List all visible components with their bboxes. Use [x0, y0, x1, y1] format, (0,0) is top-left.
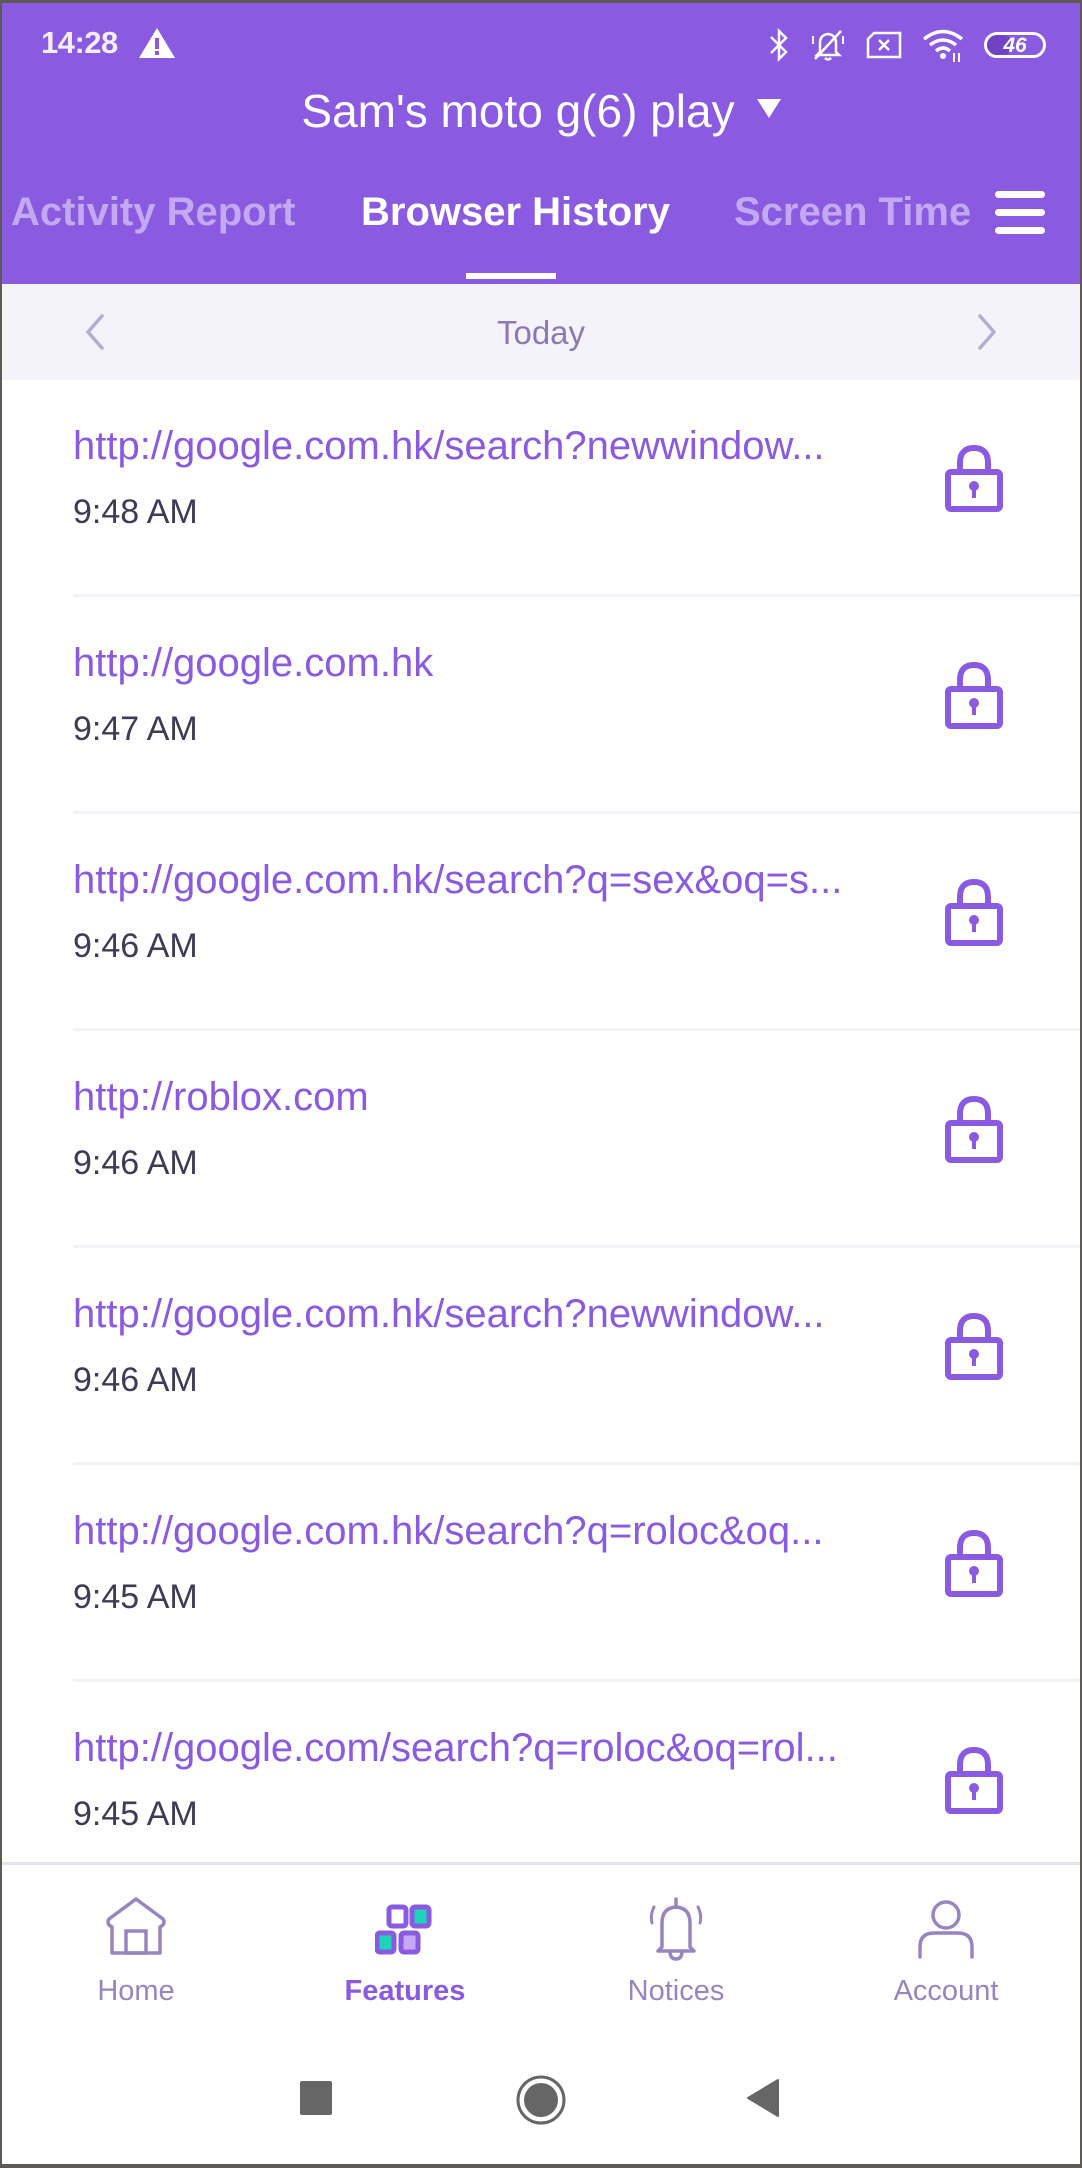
- chevron-right-icon[interactable]: [970, 310, 1006, 354]
- recents-square-icon[interactable]: [299, 2080, 333, 2116]
- history-time: 9:47 AM: [73, 710, 198, 748]
- nav-home[interactable]: Home: [36, 1865, 236, 2015]
- nav-account[interactable]: Account: [846, 1865, 1046, 2015]
- warning-triangle-icon: [139, 28, 175, 58]
- battery-level: 46: [1003, 34, 1027, 57]
- history-row[interactable]: http://roblox.com 9:46 AM: [0, 1031, 1082, 1248]
- history-time: 9:48 AM: [73, 493, 198, 531]
- home-circle-icon[interactable]: [515, 2074, 567, 2126]
- browser-history-list: http://google.com.hk/search?newwindow...…: [0, 380, 1082, 1899]
- nav-home-label: Home: [97, 1975, 175, 2007]
- date-navigator: Today: [0, 284, 1082, 380]
- caret-down-icon: [756, 98, 781, 118]
- history-time: 9:46 AM: [73, 927, 198, 965]
- history-url[interactable]: http://roblox.com: [73, 1075, 883, 1120]
- tab-screen-time[interactable]: Screen Time: [734, 190, 971, 235]
- history-row[interactable]: http://google.com.hk/search?q=roloc&oq..…: [0, 1465, 1082, 1682]
- lock-icon[interactable]: [943, 660, 1005, 730]
- nav-features[interactable]: Features: [305, 1865, 505, 2015]
- history-url[interactable]: http://google.com.hk/search?newwindow...: [73, 424, 883, 469]
- tab-browser-history[interactable]: Browser History: [361, 190, 670, 235]
- bluetooth-icon: [770, 28, 788, 62]
- history-row[interactable]: http://google.com.hk 9:47 AM: [0, 597, 1082, 814]
- history-row[interactable]: http://google.com.hk/search?newwindow...…: [0, 380, 1082, 597]
- system-navigation-bar: [0, 2042, 1082, 2164]
- history-url[interactable]: http://google.com/search?q=roloc&oq=rol.…: [73, 1726, 883, 1771]
- tab-bar: Activity Report Browser History Screen T…: [0, 180, 1082, 284]
- history-time: 9:45 AM: [73, 1795, 198, 1833]
- history-time: 9:46 AM: [73, 1144, 198, 1182]
- bottom-navigation: Home Features Notices Account: [0, 1862, 1082, 2045]
- lock-icon[interactable]: [943, 1311, 1005, 1381]
- status-icons: 46: [768, 25, 1046, 65]
- device-selector[interactable]: Sam's moto g(6) play: [0, 78, 1082, 144]
- nav-notices[interactable]: Notices: [576, 1865, 776, 2015]
- history-url[interactable]: http://google.com.hk/search?q=roloc&oq..…: [73, 1509, 883, 1554]
- active-tab-indicator: [466, 273, 556, 279]
- history-row[interactable]: http://google.com.hk/search?q=sex&oq=s..…: [0, 814, 1082, 1031]
- screen-frame-bottom: [0, 2164, 1082, 2168]
- no-sim-icon: [866, 31, 902, 59]
- screen-frame-top: [0, 0, 1082, 3]
- history-time: 9:46 AM: [73, 1361, 198, 1399]
- app-header: 14:28 46 Sam's moto g(6) play Activity R…: [0, 0, 1082, 284]
- date-label: Today: [496, 314, 586, 351]
- home-icon: [106, 1897, 166, 1955]
- history-url[interactable]: http://google.com.hk: [73, 641, 883, 686]
- tab-activity-report[interactable]: Activity Report: [11, 190, 296, 235]
- battery-indicator: 46: [984, 32, 1046, 58]
- lock-icon[interactable]: [943, 1745, 1005, 1815]
- history-row[interactable]: http://google.com.hk/search?newwindow...…: [0, 1248, 1082, 1465]
- lock-icon[interactable]: [943, 877, 1005, 947]
- features-grid-icon: [375, 1904, 432, 1955]
- lock-icon[interactable]: [943, 443, 1005, 513]
- screen-frame-left: [0, 0, 2, 2168]
- bell-icon: [649, 1897, 703, 1961]
- nav-account-label: Account: [893, 1975, 999, 2007]
- status-time: 14:28: [41, 25, 118, 60]
- device-name: Sam's moto g(6) play: [301, 85, 735, 137]
- nav-notices-label: Notices: [627, 1975, 725, 2007]
- history-time: 9:45 AM: [73, 1578, 198, 1616]
- account-person-icon: [918, 1900, 974, 1959]
- bell-muted-icon: [812, 30, 844, 61]
- hamburger-menu-icon[interactable]: [995, 191, 1047, 235]
- nav-features-label: Features: [344, 1975, 466, 2007]
- lock-icon[interactable]: [943, 1094, 1005, 1164]
- history-url[interactable]: http://google.com.hk/search?q=sex&oq=s..…: [73, 858, 883, 903]
- status-bar: 14:28 46: [0, 3, 1082, 79]
- lock-icon[interactable]: [943, 1528, 1005, 1598]
- wifi-icon: [922, 29, 964, 62]
- back-triangle-icon[interactable]: [746, 2078, 780, 2118]
- history-url[interactable]: http://google.com.hk/search?newwindow...: [73, 1292, 883, 1337]
